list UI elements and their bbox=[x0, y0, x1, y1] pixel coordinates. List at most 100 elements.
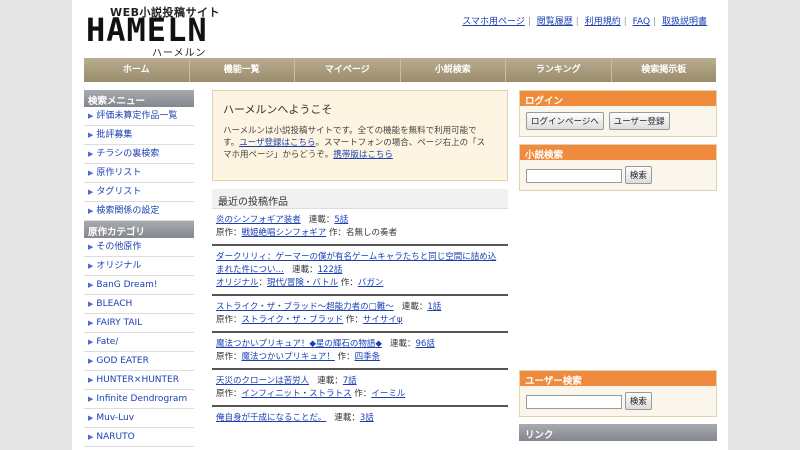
arrow-icon: ▶ bbox=[88, 319, 94, 327]
site-logo[interactable]: WEB小説投稿サイト HAMELN ハーメルン bbox=[84, 4, 234, 59]
novel-search-title: 小説検索 bbox=[520, 145, 716, 161]
novel-entry: 魔法つかいプリキュア！◆星の輝石の物語◆ 連載：96話 原作：魔法つかいプリキュ… bbox=[212, 333, 508, 370]
novel-title[interactable]: 魔法つかいプリキュア！◆星の輝石の物語◆ bbox=[216, 339, 382, 349]
novel-title[interactable]: 炎のシンフォギア装者 bbox=[216, 215, 301, 225]
user-search-title: ユーザー検索 bbox=[520, 371, 716, 387]
links-title: リンク bbox=[519, 424, 717, 441]
arrow-icon: ▶ bbox=[88, 300, 94, 308]
novel-title[interactable]: 俺自身が千成になることだ。 bbox=[216, 413, 326, 423]
original-link[interactable]: 戦姫絶唱シンフォギア bbox=[242, 228, 327, 238]
user-search-input[interactable] bbox=[526, 394, 622, 409]
toplink-faq[interactable]: FAQ bbox=[633, 17, 650, 27]
search-menu-title: 検索メニュー bbox=[84, 90, 194, 107]
novel-search-input[interactable] bbox=[526, 168, 622, 183]
search-menu-item[interactable]: ▶ 原作リスト bbox=[84, 164, 194, 183]
main-nav: ホーム 機能一覧 マイページ 小説検索 ランキング 検索掲示板 bbox=[84, 58, 716, 82]
original-link[interactable]: オリジナル bbox=[216, 278, 259, 288]
register-link[interactable]: ユーザ登録はこちら bbox=[239, 138, 315, 148]
nav-features[interactable]: 機能一覧 bbox=[190, 58, 295, 82]
category-item[interactable]: ▶ BanG Dream! bbox=[84, 276, 194, 295]
category-title: 原作カテゴリ bbox=[84, 221, 194, 238]
page: WEB小説投稿サイト HAMELN ハーメルン スマホ用ページ | 閲覧履歴 | 利… bbox=[72, 0, 728, 450]
nav-novel-search[interactable]: 小説検索 bbox=[401, 58, 506, 82]
toplink-history[interactable]: 閲覧履歴 bbox=[537, 17, 573, 27]
novel-entry: 炎のシンフォギア装者 連載：5話 原作：戦姫絶唱シンフォギア 作：名無しの奏者 bbox=[212, 209, 508, 246]
episode-count[interactable]: 122話 bbox=[318, 265, 343, 275]
arrow-icon: ▶ bbox=[88, 188, 94, 196]
welcome-title: ハーメルンへようこそ bbox=[223, 103, 333, 116]
category-item[interactable]: ▶ FAIRY TAIL bbox=[84, 314, 194, 333]
welcome-text: ハーメルンは小説投稿サイトです。全ての機能を無料で利用可能で す。ユーザ登録はこ… bbox=[223, 126, 486, 160]
author-link[interactable]: サイサイψ bbox=[363, 315, 403, 325]
category-item[interactable]: ▶ Fate/ bbox=[84, 333, 194, 352]
arrow-icon: ▶ bbox=[88, 150, 94, 158]
novel-title[interactable]: ストライク・ザ・ブラッド〜超能力者の□難〜 bbox=[216, 302, 394, 312]
search-menu-item[interactable]: ▶ 検索関係の設定 bbox=[84, 202, 194, 221]
novel-title[interactable]: ダークリリィ：ゲーマーの僕が有名ゲームキャラたちと同じ空間に詰め込まれた件につい… bbox=[216, 252, 496, 275]
logo-kana: ハーメルン bbox=[152, 48, 207, 59]
mobile-link[interactable]: 携帯版はこちら bbox=[333, 150, 393, 160]
episode-count[interactable]: 3話 bbox=[360, 413, 374, 423]
nav-search-board[interactable]: 検索掲示板 bbox=[612, 58, 717, 82]
author-link[interactable]: バガン bbox=[358, 278, 384, 288]
nav-mypage[interactable]: マイページ bbox=[295, 58, 401, 82]
toplink-manual[interactable]: 取扱説明書 bbox=[662, 17, 707, 27]
category-item[interactable]: ▶ HUNTER×HUNTER bbox=[84, 371, 194, 390]
arrow-icon: ▶ bbox=[88, 433, 94, 441]
category-item[interactable]: ▶ GOD EATER bbox=[84, 352, 194, 371]
author-name: 名無しの奏者 bbox=[345, 228, 397, 238]
novel-search-button[interactable]: 検索 bbox=[624, 166, 652, 184]
original-link[interactable]: インフィニット・ストラトス bbox=[242, 389, 352, 399]
category-item[interactable]: ▶ NARUTO bbox=[84, 428, 194, 447]
login-page-button[interactable]: ログインページへ bbox=[526, 112, 604, 130]
nav-ranking[interactable]: ランキング bbox=[506, 58, 612, 82]
top-links: スマホ用ページ | 閲覧履歴 | 利用規約 | FAQ | 取扱説明書 bbox=[462, 17, 707, 27]
arrow-icon: ▶ bbox=[88, 357, 94, 365]
episode-count[interactable]: 96話 bbox=[416, 339, 435, 349]
category-item[interactable]: ▶ Infinite Dendrogram bbox=[84, 390, 194, 409]
recent-works-title: 最近の投稿作品 bbox=[212, 189, 508, 209]
original-link[interactable]: 魔法つかいプリキュア！ bbox=[242, 352, 335, 362]
arrow-icon: ▶ bbox=[88, 243, 94, 251]
original-link[interactable]: ストライク・ザ・ブラッド bbox=[242, 315, 344, 325]
toplink-terms[interactable]: 利用規約 bbox=[585, 17, 621, 27]
category-item[interactable]: ▶ Muv-Luv bbox=[84, 409, 194, 428]
arrow-icon: ▶ bbox=[88, 281, 94, 289]
novel-title[interactable]: 天災のクローンは苦労人 bbox=[216, 376, 309, 386]
category-item[interactable]: ▶ BLEACH bbox=[84, 295, 194, 314]
header: WEB小説投稿サイト HAMELN ハーメルン スマホ用ページ | 閲覧履歴 | 利… bbox=[72, 0, 728, 59]
genre-link[interactable]: 現代/冒険・バトル bbox=[267, 278, 338, 288]
search-menu-item[interactable]: ▶ 批評募集 bbox=[84, 126, 194, 145]
arrow-icon: ▶ bbox=[88, 131, 94, 139]
episode-count[interactable]: 7話 bbox=[343, 376, 357, 386]
category-item[interactable]: ▶ オリジナル bbox=[84, 257, 194, 276]
arrow-icon: ▶ bbox=[88, 414, 94, 422]
search-menu-item[interactable]: ▶ チラシの裏検索 bbox=[84, 145, 194, 164]
user-register-button[interactable]: ユーザー登録 bbox=[608, 112, 670, 130]
author-link[interactable]: 四季条 bbox=[355, 352, 381, 362]
novel-search-box: 小説検索 検索 bbox=[519, 144, 717, 191]
search-menu-item[interactable]: ▶ タグリスト bbox=[84, 183, 194, 202]
search-menu-item[interactable]: ▶ 評価未算定作品一覧 bbox=[84, 107, 194, 126]
novel-entry: ストライク・ザ・ブラッド〜超能力者の□難〜 連載：1話 原作：ストライク・ザ・ブ… bbox=[212, 296, 508, 333]
arrow-icon: ▶ bbox=[88, 395, 94, 403]
arrow-icon: ▶ bbox=[88, 338, 94, 346]
welcome-box: ハーメルンへようこそ ハーメルンは小説投稿サイトです。全ての機能を無料で利用可能… bbox=[212, 90, 508, 181]
category-item[interactable]: ▶ その他原作 bbox=[84, 238, 194, 257]
novel-entry: ダークリリィ：ゲーマーの僕が有名ゲームキャラたちと同じ空間に詰め込まれた件につい… bbox=[212, 246, 508, 296]
author-link[interactable]: イーミル bbox=[371, 389, 405, 399]
novel-entry: 俺自身が千成になることだ。 連載：3話 bbox=[216, 413, 374, 423]
login-box: ログイン ログインページへ ユーザー登録 bbox=[519, 90, 717, 137]
user-search-button[interactable]: 検索 bbox=[624, 392, 652, 410]
toplink-smartphone[interactable]: スマホ用ページ bbox=[462, 17, 525, 27]
main-content: ハーメルンへようこそ ハーメルンは小説投稿サイトです。全ての機能を無料で利用可能… bbox=[212, 90, 508, 450]
right-sidebar: ログイン ログインページへ ユーザー登録 小説検索 検索 ユーザー検索 検索 リ… bbox=[519, 90, 717, 450]
novel-entry: 天災のクローンは苦労人 連載：7話 原作：インフィニット・ストラトス 作：イーミ… bbox=[212, 370, 508, 407]
login-title: ログイン bbox=[520, 91, 716, 107]
left-sidebar: 検索メニュー ▶ 評価未算定作品一覧 ▶ 批評募集 ▶ チラシの裏検索 ▶ 原作リスト … bbox=[84, 90, 194, 450]
arrow-icon: ▶ bbox=[88, 207, 94, 215]
nav-home[interactable]: ホーム bbox=[84, 58, 190, 82]
episode-count[interactable]: 1話 bbox=[427, 302, 441, 312]
right-spacer bbox=[519, 198, 717, 370]
episode-count[interactable]: 5話 bbox=[334, 215, 348, 225]
